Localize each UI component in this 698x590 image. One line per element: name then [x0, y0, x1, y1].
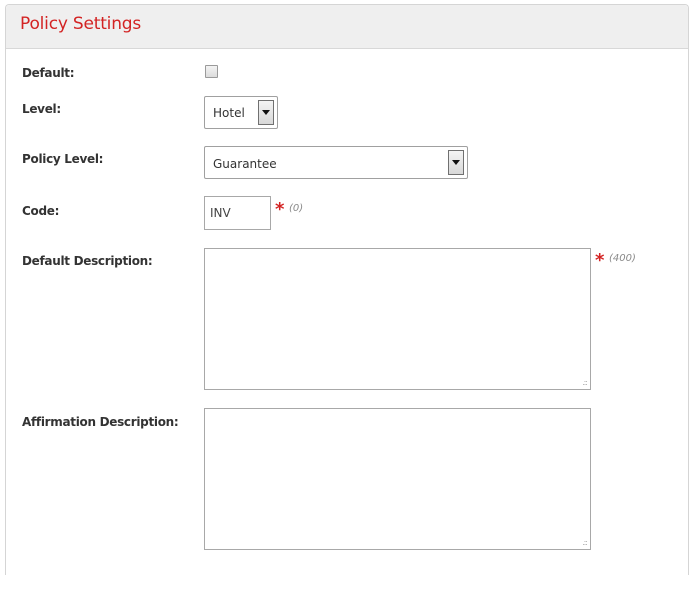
- code-char-count: (0): [289, 203, 304, 214]
- code-required-marker: *: [275, 199, 285, 220]
- affirmation-description-label: Affirmation Description:: [22, 415, 179, 429]
- code-input[interactable]: INV: [204, 196, 271, 230]
- default-description-label: Default Description:: [22, 254, 153, 268]
- policy-level-select[interactable]: Guarantee: [204, 146, 468, 179]
- affirmation-description-textarea[interactable]: .::: [204, 408, 591, 550]
- policy-level-dropdown-button[interactable]: [448, 150, 464, 175]
- panel-title: Policy Settings: [20, 14, 142, 34]
- default-description-required-marker: *: [595, 250, 605, 271]
- resize-grip-icon[interactable]: .::: [582, 379, 588, 387]
- default-description-textarea[interactable]: .::: [204, 248, 591, 390]
- policy-level-label: Policy Level:: [22, 152, 104, 166]
- policy-settings-panel: Policy Settings Default: Level: Hotel Po…: [5, 4, 689, 575]
- level-select[interactable]: Hotel: [204, 96, 278, 129]
- resize-grip-icon[interactable]: .::: [582, 539, 588, 547]
- policy-level-select-value: Guarantee: [213, 157, 277, 171]
- default-label: Default:: [22, 66, 75, 80]
- code-label: Code:: [22, 204, 60, 218]
- level-label: Level:: [22, 102, 61, 116]
- chevron-down-icon: [262, 110, 270, 115]
- panel-header: Policy Settings: [6, 5, 688, 49]
- default-checkbox[interactable]: [205, 65, 218, 78]
- chevron-down-icon: [452, 160, 460, 165]
- default-description-char-count: (400): [609, 253, 636, 264]
- level-dropdown-button[interactable]: [258, 100, 274, 125]
- level-select-value: Hotel: [213, 106, 245, 120]
